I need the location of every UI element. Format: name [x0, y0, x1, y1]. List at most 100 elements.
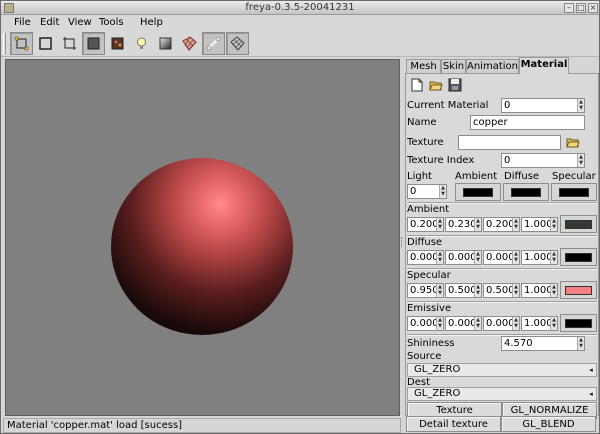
toolbar-grip[interactable]	[3, 33, 6, 54]
specular-color-button[interactable]	[560, 281, 597, 299]
current-material-value: 0	[504, 100, 511, 111]
light-specular-color-button[interactable]	[551, 183, 597, 201]
texture-field[interactable]	[458, 135, 561, 150]
diffuse-color-button[interactable]	[560, 248, 597, 266]
emissive-swatch	[565, 318, 592, 328]
transform-mode-icon[interactable]	[58, 32, 81, 55]
solid-shading-icon[interactable]	[82, 32, 105, 55]
current-material-label: Current Material	[407, 100, 489, 111]
shininess-value: 4.570	[504, 338, 533, 349]
specular-g-spinbox[interactable]: 0.500 ▲ ▼	[445, 283, 482, 298]
diffuse-b-spinbox[interactable]: 0.000 ▲ ▼	[483, 250, 520, 265]
diffuse-a-spinbox[interactable]: 1.000 ▲ ▼	[521, 250, 558, 265]
emissive-g-spinbox[interactable]: 0.000 ▲ ▼	[445, 316, 482, 331]
emissive-r-spinbox[interactable]: 0.000 ▲ ▼	[407, 316, 444, 331]
source-label: Source	[407, 351, 442, 362]
light-spinbox[interactable]: 0 ▲ ▼	[407, 184, 447, 199]
close-icon[interactable]: ×	[588, 3, 598, 13]
specular-a-value: 1.000	[524, 285, 553, 296]
menu-edit[interactable]: Edit	[40, 16, 59, 29]
specular-label: Specular	[407, 270, 451, 281]
light-diffuse-swatch	[511, 187, 541, 197]
tab-mesh[interactable]: Mesh	[406, 59, 441, 73]
emissive-r-value: 0.000	[410, 318, 439, 329]
maximize-icon[interactable]: □	[576, 3, 586, 13]
bone-icon[interactable]	[202, 32, 225, 55]
texture-index-label: Texture Index	[407, 155, 475, 166]
light-specular-label: Specular	[552, 171, 596, 182]
light-diffuse-label: Diffuse	[504, 171, 540, 182]
source-combo[interactable]: GL_ZERO ◂	[407, 363, 597, 377]
emissive-g-value: 0.000	[448, 318, 477, 329]
select-mode-icon[interactable]	[10, 32, 33, 55]
specular-r-spinbox[interactable]: 0.950 ▲ ▼	[407, 283, 444, 298]
ambient-b-spinbox[interactable]: 0.200 ▲ ▼	[483, 217, 520, 232]
texture-icon[interactable]	[106, 32, 129, 55]
dest-combo[interactable]: GL_ZERO ◂	[407, 387, 597, 401]
light-bulb-icon[interactable]	[130, 32, 153, 55]
title-bar[interactable]: freya-0.3.5-20041231 – □ ×	[1, 1, 599, 15]
ambient-label: Ambient	[407, 204, 450, 215]
ambient-a-spinbox[interactable]: 1.000 ▲ ▼	[521, 217, 558, 232]
specular-g-value: 0.500	[448, 285, 477, 296]
tab-animation[interactable]: Animation	[466, 59, 519, 73]
diffuse-r-spinbox[interactable]: 0.000 ▲ ▼	[407, 250, 444, 265]
specular-a-spinbox[interactable]: 1.000 ▲ ▼	[521, 283, 558, 298]
open-folder-icon[interactable]	[429, 78, 443, 92]
light-specular-swatch	[559, 187, 589, 197]
diffuse-g-spinbox[interactable]: 0.000 ▲ ▼	[445, 250, 482, 265]
diffuse-r-value: 0.000	[410, 252, 439, 263]
save-icon[interactable]	[448, 78, 462, 92]
grid-icon[interactable]	[226, 32, 249, 55]
name-label: Name	[407, 117, 437, 128]
menu-view[interactable]: View	[68, 16, 92, 29]
new-file-icon[interactable]	[410, 78, 424, 92]
menu-help[interactable]: Help	[140, 16, 163, 29]
tab-skin[interactable]: Skin	[441, 59, 466, 73]
ambient-a-value: 1.000	[524, 219, 553, 230]
tab-material[interactable]: Material	[519, 57, 569, 74]
minimize-icon[interactable]: –	[564, 3, 574, 13]
specular-b-value: 0.500	[486, 285, 515, 296]
gradient-icon[interactable]	[154, 32, 177, 55]
menu-tools[interactable]: Tools	[99, 16, 124, 29]
light-diffuse-color-button[interactable]	[503, 183, 549, 201]
diffuse-swatch	[565, 252, 592, 262]
diffuse-b-value: 0.000	[486, 252, 515, 263]
current-material-spinbox[interactable]: 0 ▲ ▼	[501, 98, 585, 113]
ambient-g-spinbox[interactable]: 0.230 ▲ ▼	[445, 217, 482, 232]
combo-arrow-icon: ◂	[589, 390, 593, 398]
frame-mode-icon[interactable]	[34, 32, 57, 55]
status-bar: Material 'copper.mat' load [sucess]	[3, 418, 401, 433]
texture-label: Texture	[407, 137, 444, 148]
application-window: freya-0.3.5-20041231 – □ × File Edit Vie…	[0, 0, 600, 434]
emissive-color-button[interactable]	[560, 314, 597, 332]
specular-swatch	[565, 285, 592, 295]
ambient-swatch	[565, 219, 592, 229]
texture-index-value: 0	[504, 155, 511, 166]
ambient-b-value: 0.200	[486, 219, 515, 230]
material-tab-body: Current Material 0 ▲ ▼ Name copper Texture…	[405, 73, 599, 419]
ambient-r-spinbox[interactable]: 0.200 ▲ ▼	[407, 217, 444, 232]
emissive-a-spinbox[interactable]: 1.000 ▲ ▼	[521, 316, 558, 331]
detail-texture-button[interactable]: Detail texture	[406, 416, 501, 432]
tab-bar: Mesh Skin Animation Material	[405, 57, 599, 74]
specular-r-value: 0.950	[410, 285, 439, 296]
specular-b-spinbox[interactable]: 0.500 ▲ ▼	[483, 283, 520, 298]
browse-texture-icon[interactable]	[566, 135, 580, 149]
rendered-sphere	[111, 158, 293, 335]
emissive-b-spinbox[interactable]: 0.000 ▲ ▼	[483, 316, 520, 331]
3d-viewport[interactable]	[5, 59, 400, 416]
gl-blend-button[interactable]: GL_BLEND	[501, 416, 596, 432]
menu-file[interactable]: File	[14, 16, 31, 29]
source-value: GL_ZERO	[414, 364, 461, 375]
toolbar	[1, 30, 599, 57]
texture-index-spinbox[interactable]: 0 ▲ ▼	[501, 153, 585, 168]
window-title: freya-0.3.5-20041231	[245, 2, 355, 13]
textured-mesh-icon[interactable]	[178, 32, 201, 55]
light-ambient-color-button[interactable]	[455, 183, 501, 201]
properties-panel: Mesh Skin Animation Material Current Mat…	[405, 57, 599, 419]
shininess-spinbox[interactable]: 4.570 ▲ ▼	[501, 336, 585, 351]
name-field[interactable]: copper	[470, 115, 585, 130]
ambient-color-button[interactable]	[560, 215, 597, 233]
